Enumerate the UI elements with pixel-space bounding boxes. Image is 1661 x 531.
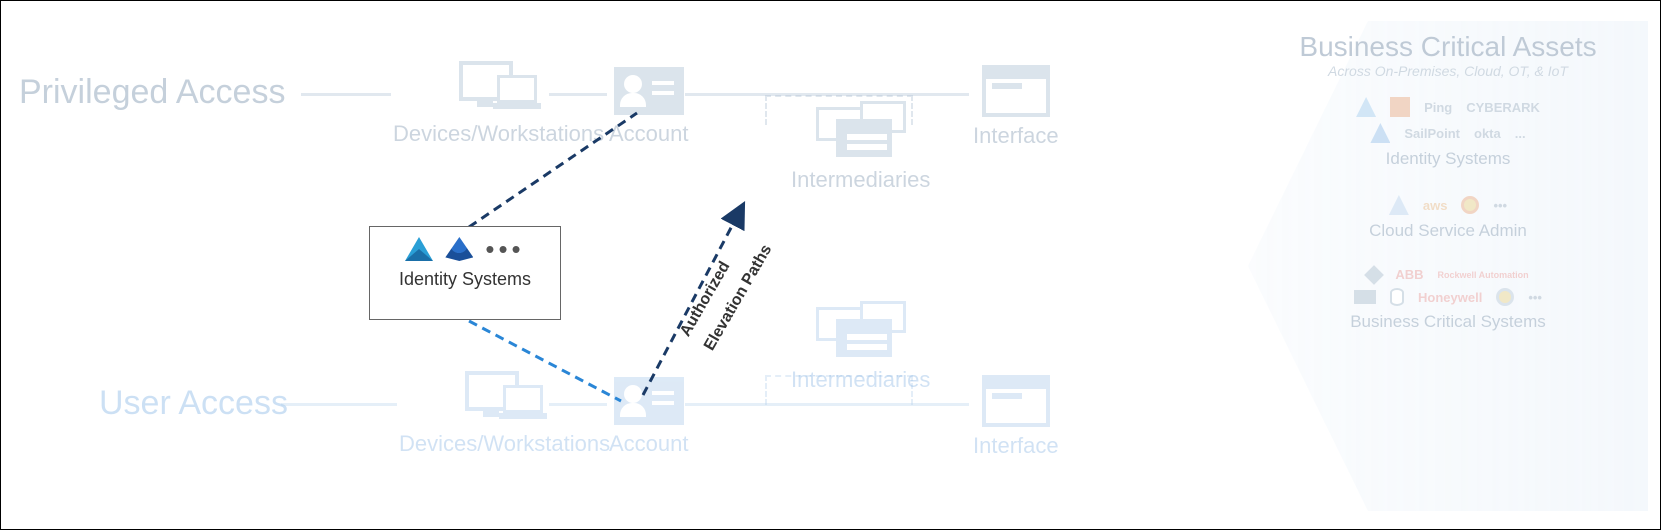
devices-icon [465, 371, 545, 425]
ping-logo-icon [1390, 97, 1410, 117]
group-identity-title: Identity Systems [1262, 149, 1634, 169]
priv-interface-node: Interface [973, 65, 1059, 149]
more-dots: ••• [1528, 290, 1542, 305]
identity-systems-box: ••• Identity Systems [369, 226, 561, 320]
panel-subheading: Across On-Premises, Cloud, OT, & IoT [1262, 63, 1634, 79]
server-logo-icon [1354, 290, 1376, 304]
user-devices-label: Devices/Workstations [399, 431, 610, 457]
intermediaries-icon [816, 301, 906, 361]
privileged-access-title: Privileged Access [19, 73, 285, 112]
azure-ad-icon [445, 237, 473, 261]
azure-logo-icon [1356, 97, 1376, 117]
sap-logo-icon [1364, 265, 1384, 285]
interface-icon [982, 375, 1050, 427]
intermediaries-icon [816, 101, 906, 161]
group-cloud-title: Cloud Service Admin [1262, 221, 1634, 241]
more-dots: ••• [1493, 198, 1507, 213]
group-bcs: ABB Rockwell Automation Honeywell ••• Bu… [1262, 267, 1634, 332]
priv-devices-label: Devices/Workstations [393, 121, 604, 147]
user-devices-node: Devices/Workstations [399, 371, 610, 457]
group-identity-systems: Ping CYBERARK SailPoint okta ... Identit… [1262, 97, 1634, 169]
business-critical-panel: Business Critical Assets Across On-Premi… [1248, 21, 1648, 511]
user-account-node: Account [609, 377, 689, 457]
identity-systems-label: Identity Systems [370, 269, 560, 290]
aad-logo-icon [1370, 123, 1390, 143]
priv-devices-node: Devices/Workstations [393, 61, 604, 147]
sailpoint-logo: SailPoint [1404, 126, 1460, 141]
ping-logo: Ping [1424, 100, 1452, 115]
group-cloud-admin: aws ••• Cloud Service Admin [1262, 195, 1634, 241]
abb-logo: ABB [1395, 267, 1423, 282]
more-dots: ... [1515, 126, 1526, 141]
priv-interface-label: Interface [973, 123, 1059, 149]
user-account-label: Account [609, 431, 689, 457]
rockwell-logo: Rockwell Automation [1437, 270, 1528, 280]
azure-ad-pyramid-icon [405, 237, 433, 261]
priv-account-node: Account [609, 67, 689, 147]
user-intermediaries-node: Intermediaries [791, 301, 930, 393]
ge-logo-icon [1496, 288, 1514, 306]
group-bcs-title: Business Critical Systems [1262, 312, 1634, 332]
cyberark-logo: CYBERARK [1466, 100, 1540, 115]
priv-intermediaries-node: Intermediaries [791, 101, 930, 193]
priv-account-label: Account [609, 121, 689, 147]
interface-icon [982, 65, 1050, 117]
devices-icon [459, 61, 539, 115]
user-inter-label: Intermediaries [791, 367, 930, 393]
more-icon: ••• [485, 244, 524, 254]
user-interface-label: Interface [973, 433, 1059, 459]
account-icon [614, 67, 684, 115]
priv-inter-label: Intermediaries [791, 167, 930, 193]
user-access-title: User Access [99, 384, 288, 423]
account-icon [614, 377, 684, 425]
okta-logo: okta [1474, 126, 1501, 141]
database-logo-icon [1390, 288, 1404, 306]
azure-cloud-icon [1389, 195, 1409, 215]
gcp-logo-icon [1461, 196, 1479, 214]
aws-logo: aws [1423, 198, 1448, 213]
panel-heading: Business Critical Assets [1262, 31, 1634, 63]
honeywell-logo: Honeywell [1418, 290, 1482, 305]
user-interface-node: Interface [973, 375, 1059, 459]
